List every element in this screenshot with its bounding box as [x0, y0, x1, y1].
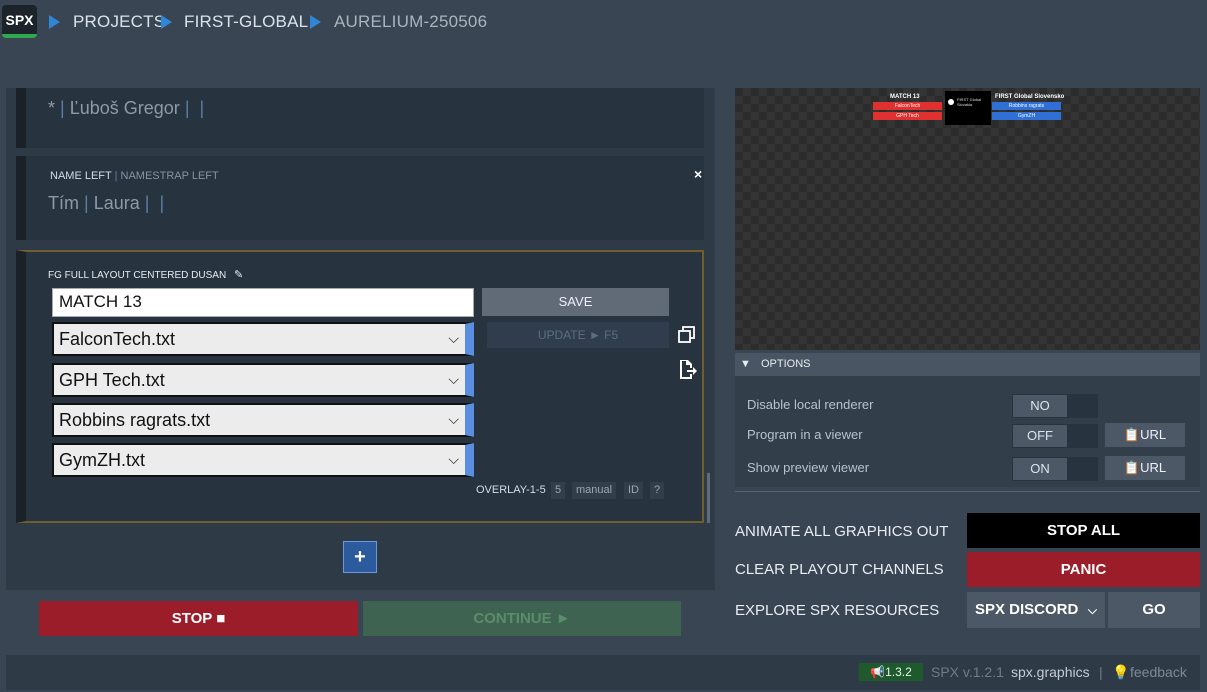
- clipboard-icon: 📋: [1123, 427, 1141, 442]
- go-button[interactable]: GO: [1108, 592, 1200, 628]
- item-value-2: Laura: [93, 193, 140, 213]
- explore-resources-label: EXPLORE SPX RESOURCES: [735, 602, 940, 619]
- item-value-1: Tím: [48, 193, 79, 213]
- chevron-down-icon: ⌵: [448, 451, 459, 467]
- preview-right-title: FIRST Global Slovensko: [995, 94, 1065, 100]
- channel-tag: 5: [551, 482, 566, 499]
- stop-all-button[interactable]: STOP ALL: [967, 513, 1200, 548]
- resources-select[interactable]: SPX DISCORD ⌵: [967, 592, 1105, 628]
- footer-separator: |: [1099, 664, 1103, 680]
- preview-url-button[interactable]: 📋URL: [1105, 456, 1185, 480]
- item-sublabel: NAMESTRAP LEFT: [120, 170, 219, 182]
- app-header: SPX PROJECTS FIRST-GLOBAL AURELIUM-25050…: [0, 0, 1207, 44]
- panic-button[interactable]: PANIC: [967, 552, 1200, 587]
- option-label: Disable local renderer: [747, 397, 874, 412]
- preview-right-bar: GymZH: [992, 112, 1061, 120]
- preview-logo-text: FIRST Global Slovakia: [957, 97, 982, 107]
- preview-right-bar: Robbins ragrats: [992, 102, 1061, 110]
- breadcrumb-arrow-icon: [49, 15, 60, 29]
- breadcrumb-arrow-icon: [310, 15, 321, 29]
- preview-renderer: MATCH 13 FalconTech GPH Tech FIRST Globa…: [735, 88, 1200, 350]
- breadcrumb-projects[interactable]: PROJECTS: [73, 12, 165, 32]
- feedback-link[interactable]: feedback: [1130, 664, 1187, 680]
- edit-icon[interactable]: ✎: [234, 269, 243, 281]
- option-label: Show preview viewer: [747, 460, 870, 475]
- site-link[interactable]: spx.graphics: [1011, 664, 1090, 680]
- version-text: SPX v.1.2.1: [931, 664, 1004, 680]
- preview-viewer-toggle[interactable]: ON: [1012, 457, 1098, 481]
- lightbulb-icon: 💡: [1112, 664, 1130, 680]
- item-label: NAME LEFT: [50, 170, 112, 182]
- options-toggle[interactable]: ▼ OPTIONS: [735, 353, 1200, 376]
- chevron-down-icon: ⌵: [1087, 603, 1097, 617]
- breadcrumb-current: AURELIUM-250506: [334, 12, 488, 31]
- rundown-item[interactable]: * | Ľuboš Gregor | |: [16, 88, 704, 148]
- continue-button[interactable]: CONTINUE ►: [363, 601, 681, 636]
- chevron-down-icon: ⌵: [448, 371, 459, 387]
- megaphone-icon: 📢: [870, 665, 886, 679]
- team-select-4[interactable]: GymZH.txt ⌵: [52, 443, 474, 477]
- option-label: Program in a viewer: [747, 427, 863, 442]
- clipboard-icon: 📋: [1123, 460, 1141, 475]
- clear-channels-label: CLEAR PLAYOUT CHANNELS: [735, 561, 944, 578]
- rundown-panel: * | Ľuboš Gregor | | NAME LEFT | NAMESTR…: [6, 88, 715, 590]
- chevron-down-icon: ⌵: [448, 330, 459, 346]
- animate-out-label: ANIMATE ALL GRAPHICS OUT: [735, 523, 949, 540]
- id-tag: ID: [624, 482, 643, 499]
- stop-button[interactable]: STOP ■: [39, 601, 358, 636]
- mode-tag: manual: [572, 482, 617, 499]
- scrollbar[interactable]: [707, 473, 710, 523]
- preview-left-title: MATCH 13: [890, 94, 920, 100]
- match-title-input[interactable]: MATCH 13: [52, 288, 474, 317]
- rundown-item-expanded[interactable]: FG FULL LAYOUT CENTERED DUSAN ✎ MATCH 13…: [16, 250, 704, 523]
- breadcrumb-arrow-icon: [161, 15, 172, 29]
- version-badge[interactable]: 📢1.3.2: [859, 663, 923, 681]
- save-button[interactable]: SAVE: [482, 288, 669, 316]
- export-icon[interactable]: [678, 359, 698, 379]
- team-select-1[interactable]: FalconTech.txt ⌵: [52, 322, 474, 356]
- chevron-down-icon: ⌵: [448, 411, 459, 427]
- item-prefix: *: [48, 98, 56, 118]
- copy-icon[interactable]: [678, 326, 696, 344]
- disable-renderer-toggle[interactable]: NO: [1012, 394, 1098, 418]
- template-title: FG FULL LAYOUT CENTERED DUSAN: [48, 270, 227, 281]
- program-viewer-toggle[interactable]: OFF: [1012, 424, 1098, 448]
- team-select-2[interactable]: GPH Tech.txt ⌵: [52, 363, 474, 397]
- breadcrumb-first-global[interactable]: FIRST-GLOBAL: [184, 12, 308, 32]
- preview-left-bar: GPH Tech: [873, 112, 942, 120]
- item-value: Ľuboš Gregor: [69, 98, 180, 118]
- program-url-button[interactable]: 📋URL: [1105, 423, 1185, 447]
- team-select-3[interactable]: Robbins ragrats.txt ⌵: [52, 403, 474, 437]
- help-tag[interactable]: ?: [650, 482, 665, 499]
- divider: [735, 491, 1200, 492]
- robot-icon: [948, 99, 954, 105]
- add-item-button[interactable]: +: [343, 541, 377, 573]
- preview-left-bar: FalconTech: [873, 102, 942, 110]
- rundown-item[interactable]: NAME LEFT | NAMESTRAP LEFT × Tím | Laura…: [16, 156, 704, 240]
- spx-logo[interactable]: SPX: [2, 5, 37, 38]
- preview-logo: FIRST Global Slovakia: [945, 91, 991, 125]
- update-button[interactable]: UPDATE ► F5: [487, 322, 669, 348]
- layer-tag: OVERLAY-1-5: [476, 484, 546, 496]
- triangle-down-icon: ▼: [740, 358, 751, 370]
- close-icon[interactable]: ×: [694, 166, 702, 182]
